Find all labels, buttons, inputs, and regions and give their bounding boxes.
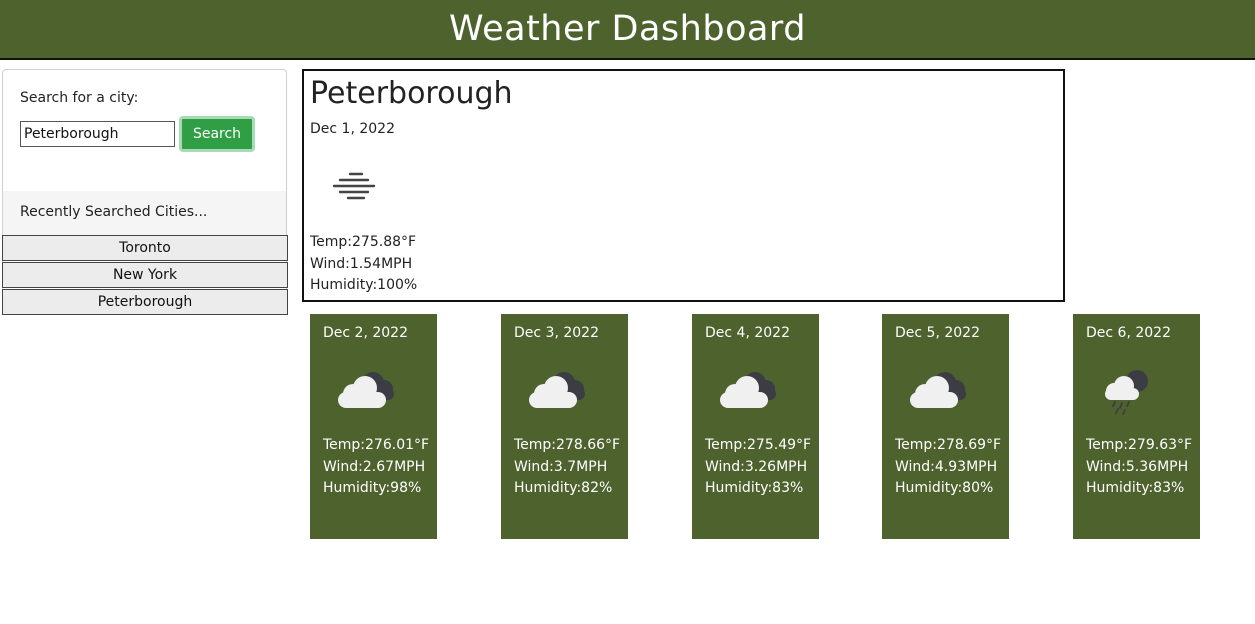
forecast-stats: Temp:276.01°F Wind:2.67MPH Humidity:98%	[323, 435, 429, 500]
forecast-temp: Temp:278.66°F	[514, 437, 621, 453]
current-humidity: Humidity:100%	[310, 277, 418, 293]
current-wind: Wind:1.54MPH	[310, 255, 413, 272]
forecast-stats: Temp:275.49°F Wind:3.26MPH Humidity:83%	[705, 435, 811, 500]
forecast-humidity: Humidity:83%	[1086, 480, 1185, 496]
forecast-wind: Wind:3.26MPH	[705, 458, 808, 475]
mist-icon	[332, 172, 376, 200]
forecast-stats: Temp:278.69°F Wind:4.93MPH Humidity:80%	[895, 435, 1001, 500]
broken-clouds-icon	[529, 372, 585, 408]
forecast-date: Dec 5, 2022	[895, 325, 980, 341]
forecast-humidity: Humidity:98%	[323, 480, 422, 496]
forecast-card: Dec 6, 2022 Temp:279.63°F Wind:5.36MPH H…	[1073, 314, 1200, 539]
forecast-wind: Wind:4.93MPH	[895, 458, 998, 475]
current-weather-card: Peterborough Dec 1, 2022 Temp:275.88°F W…	[302, 69, 1065, 302]
sidebar: Search for a city: Search Recently Searc…	[2, 69, 288, 316]
forecast-wind: Wind:2.67MPH	[323, 458, 426, 475]
forecast-stats: Temp:278.66°F Wind:3.7MPH Humidity:82%	[514, 435, 620, 500]
forecast-date: Dec 3, 2022	[514, 325, 599, 341]
recent-label: Recently Searched Cities...	[20, 204, 208, 220]
forecast-humidity: Humidity:82%	[514, 480, 613, 496]
recent-city-button[interactable]: Peterborough	[2, 289, 288, 315]
forecast-humidity: Humidity:83%	[705, 480, 804, 496]
forecast-card: Dec 2, 2022 Temp:276.01°F Wind:2.67MPH H…	[310, 314, 437, 539]
current-date: Dec 1, 2022	[310, 121, 395, 137]
current-temp: Temp:275.88°F	[310, 234, 417, 250]
recent-city-button[interactable]: Toronto	[2, 235, 288, 261]
rain-icon	[1105, 370, 1148, 415]
broken-clouds-icon	[338, 372, 394, 408]
forecast-card: Dec 3, 2022 Temp:278.66°F Wind:3.7MPH Hu…	[501, 314, 628, 539]
forecast-date: Dec 6, 2022	[1086, 325, 1171, 341]
forecast-wind: Wind:3.7MPH	[514, 458, 608, 475]
forecast-card: Dec 5, 2022 Temp:278.69°F Wind:4.93MPH H…	[882, 314, 1009, 539]
broken-clouds-icon	[910, 372, 966, 408]
forecast-date: Dec 4, 2022	[705, 325, 790, 341]
search-label: Search for a city:	[20, 90, 139, 106]
forecast-card: Dec 4, 2022 Temp:275.49°F Wind:3.26MPH H…	[692, 314, 819, 539]
forecast-wind: Wind:5.36MPH	[1086, 458, 1189, 475]
forecast-temp: Temp:275.49°F	[705, 437, 812, 453]
broken-clouds-icon	[720, 372, 776, 408]
recent-list: Toronto New York Peterborough	[2, 235, 288, 316]
current-stats: Temp:275.88°F Wind:1.54MPH Humidity:100%	[310, 232, 417, 297]
recent-section: Recently Searched Cities...	[3, 191, 286, 235]
forecast-humidity: Humidity:80%	[895, 480, 994, 496]
page-title: Weather Dashboard	[449, 9, 806, 49]
forecast-stats: Temp:279.63°F Wind:5.36MPH Humidity:83%	[1086, 435, 1192, 500]
forecast-temp: Temp:276.01°F	[323, 437, 430, 453]
recent-city-button[interactable]: New York	[2, 262, 288, 288]
current-city: Peterborough	[310, 76, 513, 111]
forecast-temp: Temp:278.69°F	[895, 437, 1002, 453]
forecast-temp: Temp:279.63°F	[1086, 437, 1193, 453]
forecast-date: Dec 2, 2022	[323, 325, 408, 341]
header: Weather Dashboard	[0, 0, 1255, 60]
search-input[interactable]	[20, 121, 175, 147]
search-button[interactable]: Search	[179, 116, 255, 152]
